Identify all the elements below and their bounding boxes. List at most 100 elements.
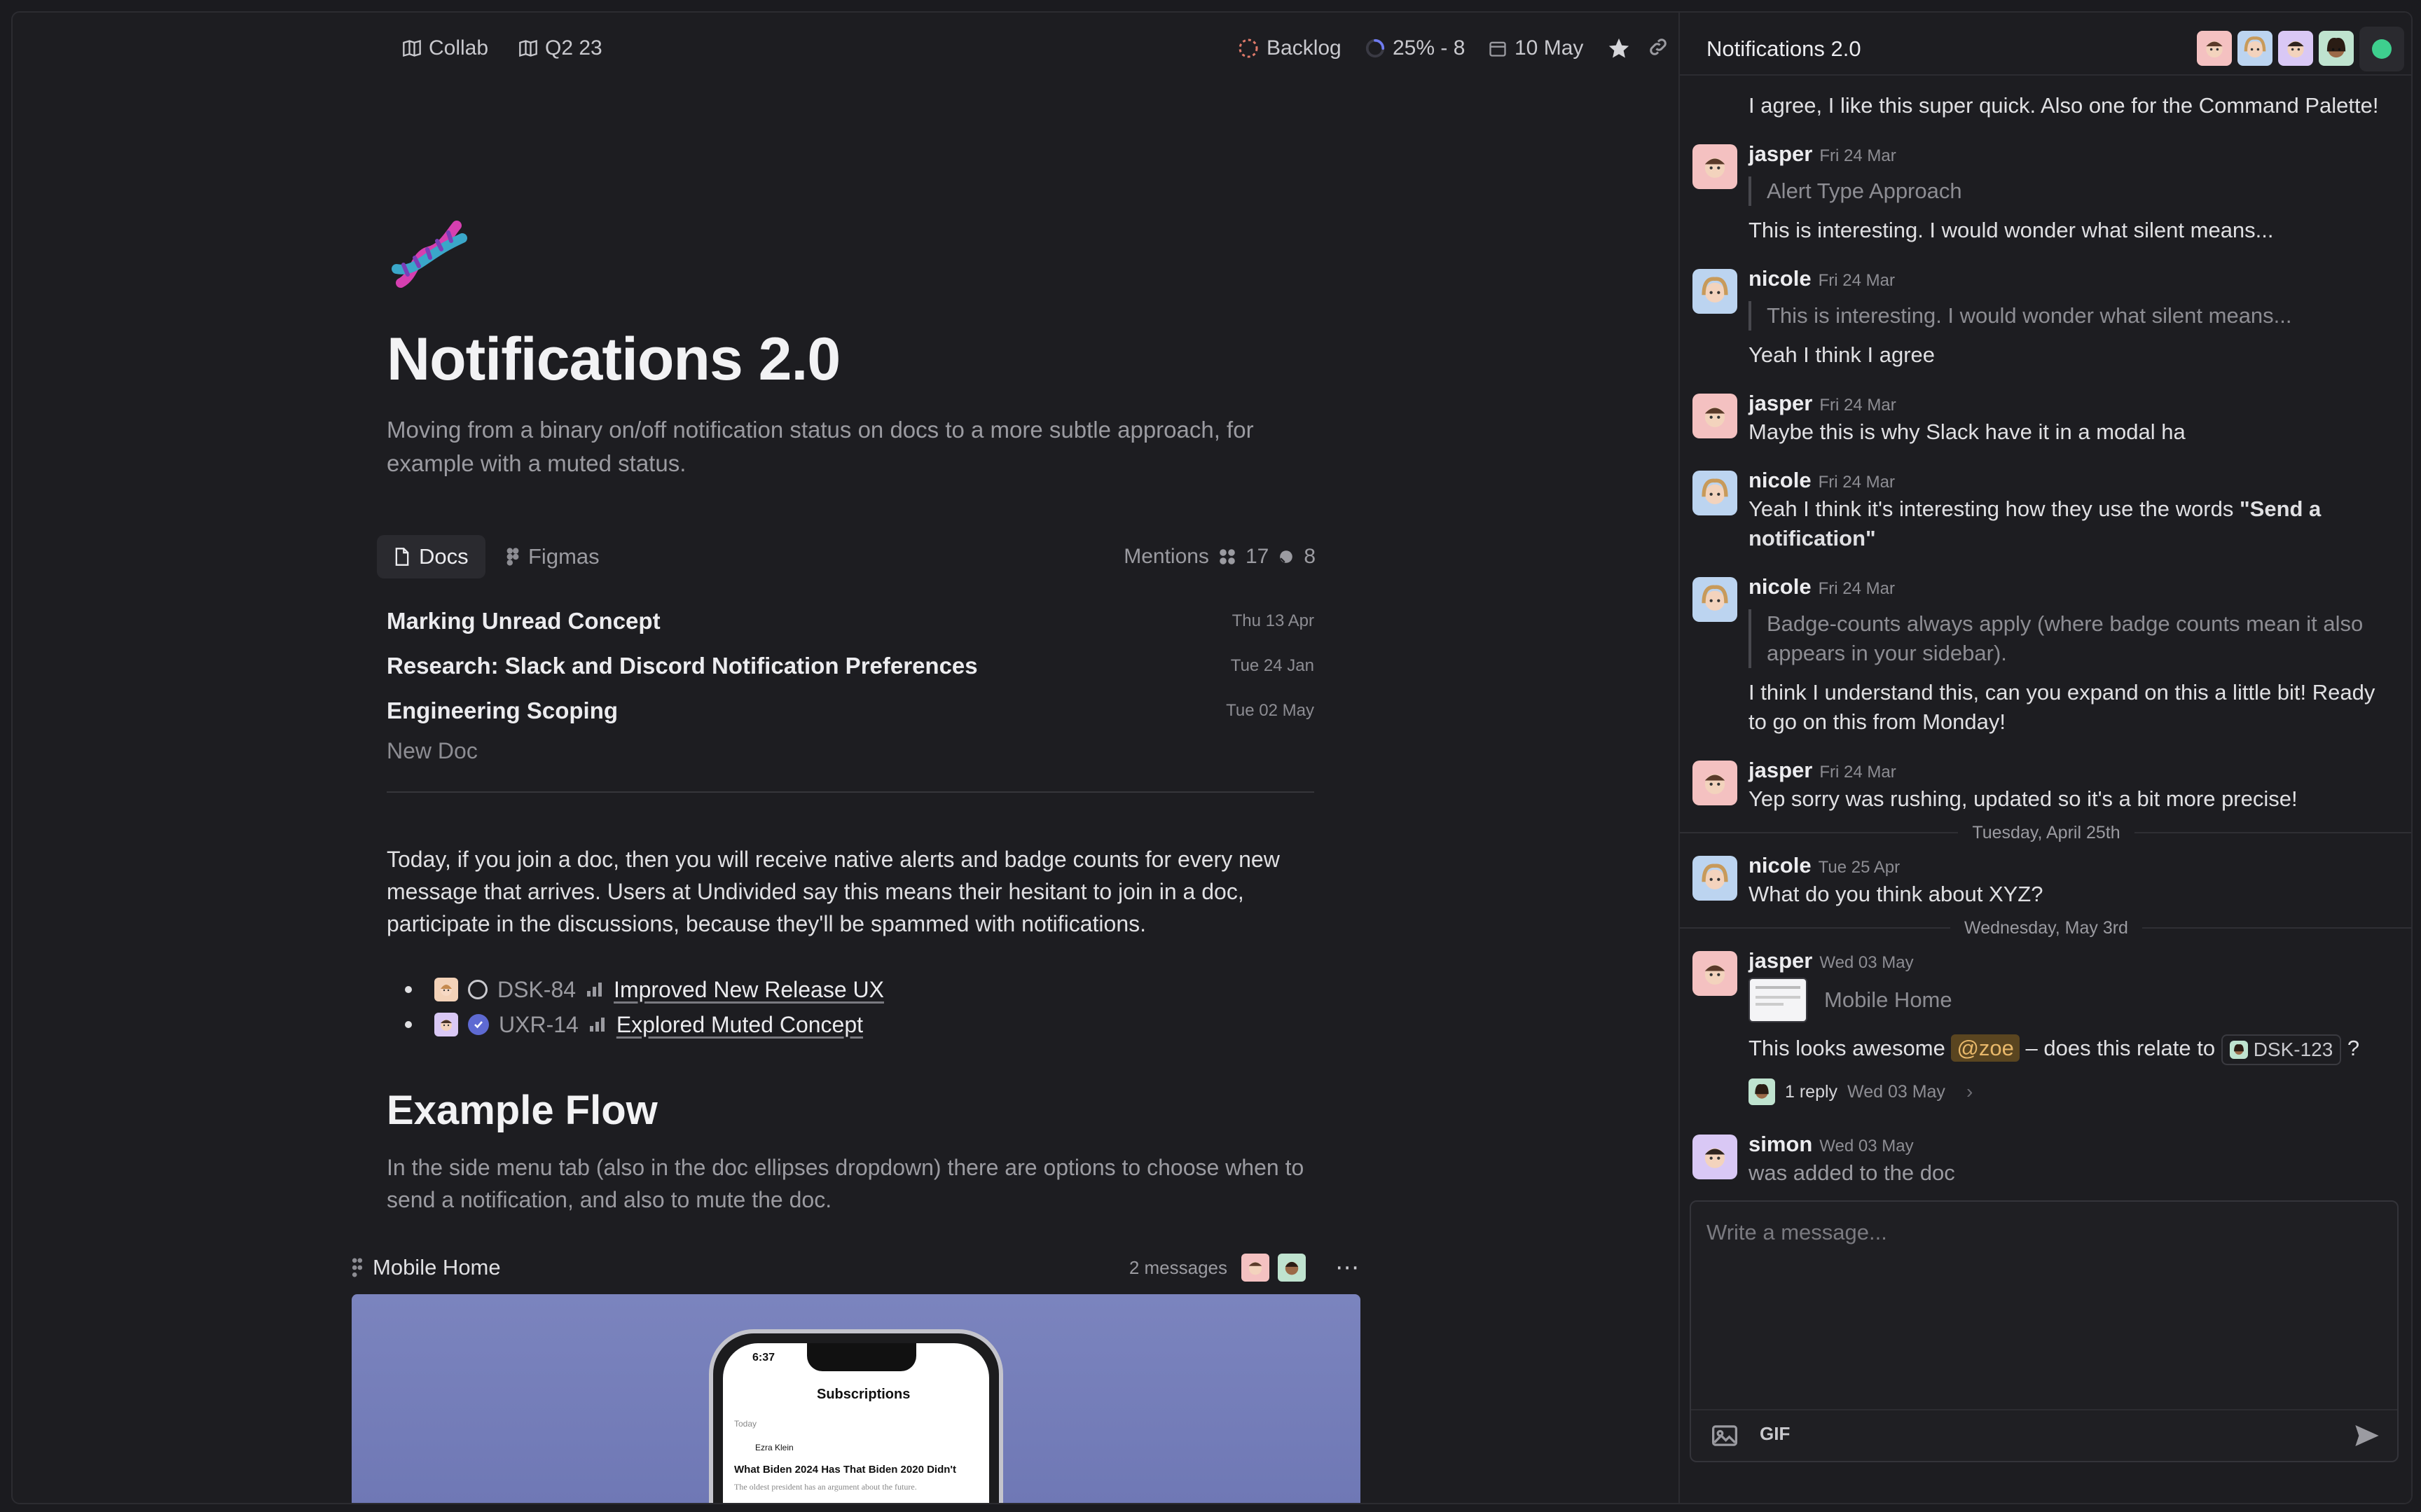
more-options-icon[interactable]: ⋯ bbox=[1335, 1254, 1360, 1282]
tab-figmas[interactable]: Figmas bbox=[489, 535, 616, 578]
done-status-icon bbox=[468, 1014, 489, 1035]
gif-button[interactable]: GIF bbox=[1760, 1423, 1790, 1445]
breadcrumb-label: Q2 23 bbox=[545, 36, 602, 60]
message-author[interactable]: jasper bbox=[1748, 141, 1812, 166]
message-author[interactable]: nicole bbox=[1748, 266, 1812, 291]
message-count: 2 messages bbox=[1129, 1256, 1227, 1278]
phone-screen: 6:37 Subscriptions Today Ezra Klein What… bbox=[723, 1343, 989, 1503]
message-author[interactable]: nicole bbox=[1748, 574, 1812, 599]
breadcrumb-collab[interactable]: Collab bbox=[402, 36, 488, 60]
message-text[interactable]: This is interesting. I would wonder what… bbox=[1748, 216, 2379, 245]
page-title[interactable]: Notifications 2.0 bbox=[387, 325, 841, 394]
message-text[interactable]: was added to the doc bbox=[1748, 1158, 2379, 1188]
avatar[interactable] bbox=[1692, 856, 1737, 901]
copy-link-button[interactable] bbox=[1648, 36, 1669, 57]
avatar[interactable] bbox=[1692, 471, 1737, 515]
message-date: Fri 24 Mar bbox=[1819, 146, 1896, 165]
avatar[interactable] bbox=[1692, 269, 1737, 314]
presence-toggle[interactable] bbox=[2359, 27, 2404, 71]
message-text[interactable]: What do you think about XYZ? bbox=[1748, 880, 2379, 909]
phone-headline: What Biden 2024 Has That Biden 2020 Didn… bbox=[734, 1464, 956, 1476]
figma-embed-preview[interactable]: 6:37 Subscriptions Today Ezra Klein What… bbox=[352, 1294, 1360, 1503]
message-date: Wed 03 May bbox=[1819, 1137, 1914, 1156]
avatar[interactable] bbox=[1692, 144, 1737, 189]
breadcrumb-q2[interactable]: Q2 23 bbox=[518, 36, 602, 60]
issue-title: Explored Muted Concept bbox=[616, 1011, 864, 1037]
message-author[interactable]: nicole bbox=[1748, 468, 1812, 492]
message-author[interactable]: jasper bbox=[1748, 948, 1812, 973]
issue-id: UXR-14 bbox=[499, 1011, 579, 1037]
message-date: Tue 25 Apr bbox=[1818, 858, 1901, 877]
document-pane: Collab Q2 23 Backlog 25% - 8 10 May Noti… bbox=[13, 13, 1678, 1503]
reply-count: 1 reply bbox=[1785, 1081, 1838, 1102]
sidebar-title: Notifications 2.0 bbox=[1706, 36, 1861, 61]
message-quote[interactable]: Alert Type Approach bbox=[1748, 176, 2383, 206]
message-text[interactable]: Yeah I think I agree bbox=[1748, 340, 2379, 370]
tab-docs[interactable]: Docs bbox=[377, 535, 485, 578]
chevron-right-icon: › bbox=[1966, 1081, 1973, 1102]
breadcrumb-label: Collab bbox=[429, 36, 489, 60]
message-author[interactable]: simon bbox=[1748, 1132, 1812, 1156]
phone-title: Subscriptions bbox=[817, 1387, 911, 1402]
message-author[interactable]: jasper bbox=[1748, 391, 1812, 415]
todo-status-icon bbox=[468, 980, 488, 999]
app-window: Collab Q2 23 Backlog 25% - 8 10 May Noti… bbox=[11, 11, 2413, 1504]
doc-list-item[interactable]: Research: Slack and Discord Notification… bbox=[387, 649, 1314, 684]
user-mention[interactable]: @zoe bbox=[1951, 1034, 2020, 1062]
issue-chip[interactable]: DSK-123 bbox=[2221, 1034, 2342, 1065]
message-quote[interactable]: Badge-counts always apply (where badge c… bbox=[1748, 609, 2383, 668]
document-icon bbox=[394, 547, 411, 567]
message-text[interactable]: Yeah I think it's interesting how they u… bbox=[1748, 494, 2379, 553]
message-author[interactable]: nicole bbox=[1748, 853, 1812, 878]
new-doc-button[interactable]: New Doc bbox=[387, 738, 478, 764]
avatar[interactable] bbox=[1692, 577, 1737, 622]
linked-issue-item[interactable]: DSK-84 Improved New Release UX bbox=[405, 973, 884, 1006]
doc-item-date: Tue 02 May bbox=[1226, 701, 1314, 720]
due-date-button[interactable]: 10 May bbox=[1488, 36, 1583, 60]
message-text[interactable]: I agree, I like this super quick. Also o… bbox=[1748, 91, 2379, 120]
figma-embed-title[interactable]: Mobile Home bbox=[352, 1248, 501, 1287]
message-meta: nicole Fri 24 Mar bbox=[1748, 468, 1895, 493]
doc-list-item[interactable]: Engineering Scoping Tue 02 May bbox=[387, 693, 1314, 728]
image-upload-icon[interactable] bbox=[1711, 1423, 1739, 1452]
body-paragraph[interactable]: Today, if you join a doc, then you will … bbox=[387, 843, 1318, 940]
doc-list-item[interactable]: Marking Unread Concept Thu 13 Apr bbox=[387, 604, 1314, 639]
dna-emoji-icon[interactable] bbox=[387, 213, 471, 297]
doc-item-title: Marking Unread Concept bbox=[387, 608, 661, 634]
message-composer[interactable]: Write a message... GIF bbox=[1690, 1200, 2399, 1462]
message-text[interactable]: Maybe this is why Slack have it in a mod… bbox=[1748, 417, 2379, 447]
message-text-part: ? bbox=[2341, 1036, 2360, 1060]
section-heading[interactable]: Example Flow bbox=[387, 1087, 658, 1134]
divider bbox=[387, 791, 1314, 793]
avatar[interactable] bbox=[1692, 394, 1737, 438]
avatar[interactable] bbox=[1692, 1135, 1737, 1179]
mentions-summary[interactable]: Mentions 17 8 bbox=[1124, 535, 1316, 578]
participants[interactable] bbox=[2197, 31, 2354, 66]
message-attachment[interactable]: Mobile Home bbox=[1748, 978, 1952, 1022]
send-icon[interactable] bbox=[2352, 1422, 2382, 1453]
bullet bbox=[405, 986, 412, 993]
figma-icon bbox=[352, 1258, 363, 1277]
progress-button[interactable]: 25% - 8 bbox=[1365, 36, 1465, 60]
avatar[interactable] bbox=[1692, 951, 1737, 996]
composer-toolbar: GIF bbox=[1691, 1409, 2397, 1461]
avatar[interactable] bbox=[1692, 761, 1737, 805]
message-text[interactable]: Yep sorry was rushing, updated so it's a… bbox=[1748, 784, 2379, 814]
section-paragraph[interactable]: In the side menu tab (also in the doc el… bbox=[387, 1151, 1318, 1216]
doc-tabs: Docs Figmas Mentions 17 8 bbox=[377, 535, 1316, 578]
status-backlog-button[interactable]: Backlog bbox=[1237, 36, 1341, 60]
figma-embed-meta[interactable]: 2 messages ⋯ bbox=[1129, 1248, 1360, 1287]
message-text[interactable]: I think I understand this, can you expan… bbox=[1748, 678, 2379, 737]
attachment-thumbnail bbox=[1748, 978, 1807, 1022]
chat-sidebar: Notifications 2.0 I agree, I like this s… bbox=[1678, 13, 2411, 1503]
thread-replies[interactable]: 1 reply Wed 03 May › bbox=[1748, 1078, 1973, 1105]
message-meta: jasper Wed 03 May bbox=[1748, 948, 1914, 973]
message-input[interactable]: Write a message... bbox=[1706, 1220, 1887, 1245]
message-author[interactable]: jasper bbox=[1748, 758, 1812, 782]
message-text[interactable]: This looks awesome @zoe – does this rela… bbox=[1748, 1034, 2407, 1065]
favorite-button[interactable] bbox=[1607, 36, 1631, 60]
page-subtitle[interactable]: Moving from a binary on/off notification… bbox=[387, 413, 1318, 480]
message-quote[interactable]: This is interesting. I would wonder what… bbox=[1748, 301, 2383, 331]
day-separator: Tuesday, April 25th bbox=[1680, 822, 2411, 843]
linked-issue-item[interactable]: UXR-14 Explored Muted Concept bbox=[405, 1008, 863, 1041]
